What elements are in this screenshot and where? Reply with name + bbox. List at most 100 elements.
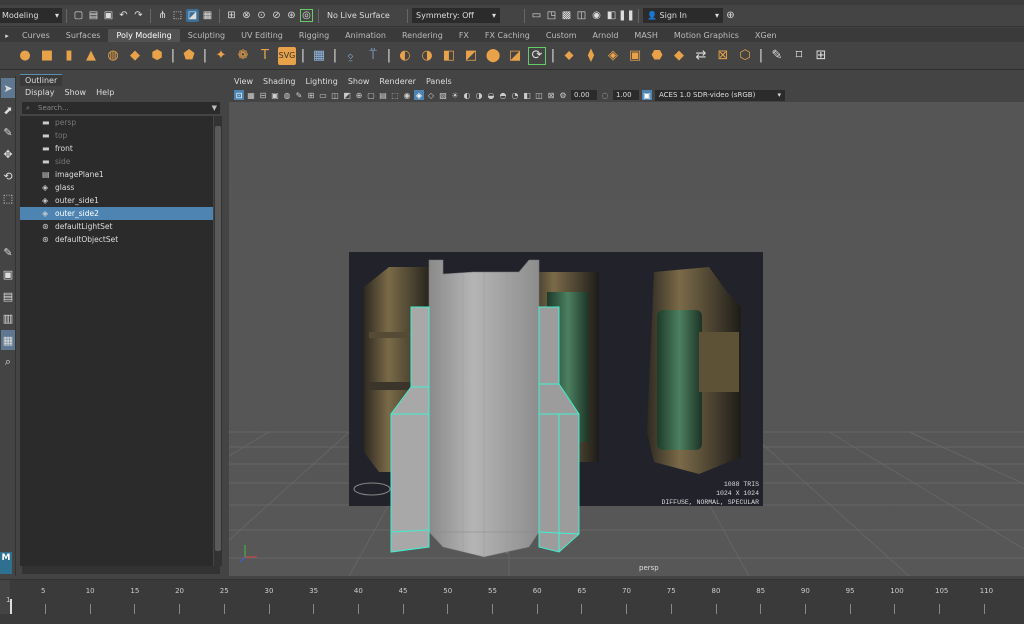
open-scene-icon[interactable]: ▤: [87, 9, 100, 22]
hypershade-icon[interactable]: ◉: [590, 9, 603, 22]
chevron-down-icon[interactable]: ▼: [212, 102, 217, 114]
outliner-item[interactable]: ▬ persp: [20, 116, 213, 129]
platonic-solid-icon[interactable]: ⬟: [180, 47, 198, 65]
shelf-tab-uv-editing[interactable]: UV Editing: [233, 29, 291, 42]
color-management-icon[interactable]: ▣: [642, 90, 652, 100]
bevel-icon[interactable]: ⬤: [484, 47, 502, 65]
smooth-icon[interactable]: ◐: [396, 47, 414, 65]
outliner-item[interactable]: ▬ top: [20, 129, 213, 142]
select-object-icon[interactable]: ⬚: [171, 9, 184, 22]
shelf-tab-sculpting[interactable]: Sculpting: [180, 29, 233, 42]
pause-icon[interactable]: ❚❚: [618, 9, 635, 22]
poly-cone-icon[interactable]: ▲: [82, 47, 100, 65]
outliner-item[interactable]: ◈ outer_side1: [20, 194, 213, 207]
snap-view-icon[interactable]: ⊘: [270, 9, 283, 22]
combine-icon[interactable]: ⍚: [342, 47, 360, 65]
sign-in-dropdown[interactable]: 👤 Sign In ▾: [643, 8, 723, 23]
gamma-field[interactable]: 1.00: [613, 90, 639, 100]
outliner-item[interactable]: ▤ imagePlane1: [20, 168, 213, 181]
lighting-icon[interactable]: ☀: [450, 90, 460, 100]
shelf-tab-rendering[interactable]: Rendering: [394, 29, 451, 42]
bridge-icon[interactable]: ◧: [440, 47, 458, 65]
textures-icon[interactable]: ▧: [438, 90, 448, 100]
mode-selector[interactable]: Modeling ▾: [0, 8, 62, 23]
select-component-icon[interactable]: ◪: [186, 9, 199, 22]
viewport-menu-show[interactable]: Show: [343, 75, 375, 88]
shelf-tab-poly-modeling[interactable]: Poly Modeling: [108, 29, 180, 42]
shadows-icon[interactable]: ◐: [462, 90, 472, 100]
undo-icon[interactable]: ↶: [117, 9, 130, 22]
select-hierarchy-icon[interactable]: ⋔: [156, 9, 169, 22]
outliner-item[interactable]: ⊛ defaultLightSet: [20, 220, 213, 233]
shelf-tab-xgen[interactable]: XGen: [747, 29, 785, 42]
shelf-tab-fx-caching[interactable]: FX Caching: [477, 29, 538, 42]
outliner-item[interactable]: ⊛ defaultObjectSet: [20, 233, 213, 246]
select-tool-icon[interactable]: ➤: [1, 78, 15, 98]
shelf-tab-animation[interactable]: Animation: [337, 29, 394, 42]
make-live-icon[interactable]: ◎: [300, 9, 313, 22]
select-camera-icon[interactable]: ⊡: [234, 90, 244, 100]
sweep-mesh-icon[interactable]: ❁: [234, 47, 252, 65]
mirror-icon[interactable]: ◪: [506, 47, 524, 65]
snap-surface-icon[interactable]: ⊛: [285, 9, 298, 22]
mesh-table-icon[interactable]: ▦: [310, 47, 328, 65]
xray-icon[interactable]: ◇: [426, 90, 436, 100]
outliner-horizontal-scrollbar[interactable]: [22, 566, 220, 574]
symmetry-dropdown[interactable]: Symmetry: Off ▾: [412, 8, 500, 23]
two-d-pan-icon[interactable]: ◍: [282, 90, 292, 100]
shelf-tab-mash[interactable]: MASH: [626, 29, 665, 42]
outliner-layout-icon[interactable]: ▦: [1, 330, 15, 350]
paint-select-tool-icon[interactable]: ✎: [1, 122, 15, 142]
multi-cut-icon[interactable]: ⬥: [560, 47, 578, 65]
bookmark-icon[interactable]: ⊟: [258, 90, 268, 100]
collapse-icon[interactable]: ⬡: [736, 47, 754, 65]
outliner-tab[interactable]: Outliner: [20, 74, 63, 86]
anti-alias-icon[interactable]: ◓: [498, 90, 508, 100]
type-icon[interactable]: T: [256, 47, 274, 65]
magnify-icon[interactable]: ⌕: [1, 352, 15, 372]
last-tool-icon[interactable]: ✎: [1, 242, 15, 262]
scale-tool-icon[interactable]: ⬚: [1, 188, 15, 208]
snap-curve-icon[interactable]: ⊗: [240, 9, 253, 22]
live-surface-field[interactable]: No Live Surface: [323, 8, 403, 23]
scrollbar-thumb[interactable]: [215, 126, 221, 551]
snap-grid-icon[interactable]: ⊞: [225, 9, 238, 22]
outliner-menu-show[interactable]: Show: [60, 86, 92, 99]
viewport-menu-view[interactable]: View: [229, 75, 258, 88]
ambient-occlusion-icon[interactable]: ◑: [474, 90, 484, 100]
wireframe-on-shaded-icon[interactable]: ◈: [414, 90, 424, 100]
xray-joints-icon[interactable]: ◫: [534, 90, 544, 100]
shelf-tab-surfaces[interactable]: Surfaces: [58, 29, 109, 42]
outliner-item[interactable]: ▬ front: [20, 142, 213, 155]
outliner-vertical-scrollbar[interactable]: [214, 116, 222, 566]
average-vertices-icon[interactable]: ⊠: [714, 47, 732, 65]
safe-title-icon[interactable]: ▤: [378, 90, 388, 100]
color-space-dropdown[interactable]: ACES 1.0 SDR-video (sRGB) ▾: [655, 89, 785, 101]
gamma-icon[interactable]: ◌: [600, 90, 610, 100]
rotate-tool-icon[interactable]: ⟲: [1, 166, 15, 186]
outliner-search-input[interactable]: ⌕ Search... ▼: [22, 102, 220, 114]
safe-action-icon[interactable]: ▢: [366, 90, 376, 100]
ipr-render-icon[interactable]: ▩: [560, 9, 573, 22]
film-gate-icon[interactable]: ▭: [318, 90, 328, 100]
connect-icon[interactable]: ◈: [604, 47, 622, 65]
shelf-menu-icon[interactable]: ▸: [1, 29, 13, 42]
poly-disc-icon[interactable]: ⬢: [148, 47, 166, 65]
help-icon[interactable]: ⊕: [724, 9, 737, 22]
paint-select-icon[interactable]: ✎: [768, 47, 786, 65]
single-view-icon[interactable]: ▣: [1, 264, 15, 284]
shelf-tab-custom[interactable]: Custom: [538, 29, 585, 42]
insert-edge-loop-icon[interactable]: ⬣: [648, 47, 666, 65]
outliner-item[interactable]: ◈ outer_side2: [20, 207, 213, 220]
svg-icon[interactable]: SVG: [278, 46, 296, 65]
time-slider[interactable]: 5 10 15 20 25 30 35 40 45 50 55 60 65 70 75 80 85 90 95 100…: [0, 579, 1024, 624]
new-scene-icon[interactable]: ▢: [72, 9, 85, 22]
wireframe-icon[interactable]: ⬚: [390, 90, 400, 100]
snap-point-icon[interactable]: ⊙: [255, 9, 268, 22]
depth-of-field-icon[interactable]: ◔: [510, 90, 520, 100]
viewport-menu-renderer[interactable]: Renderer: [374, 75, 421, 88]
render-icon[interactable]: ◳: [545, 9, 558, 22]
camera-attributes-icon[interactable]: ▦: [246, 90, 256, 100]
viewport-3d[interactable]: 1088 TRIS 1024 X 1024 DIFFUSE, NORMAL, S…: [229, 102, 1024, 576]
fill-hole-icon[interactable]: ⇄: [692, 47, 710, 65]
